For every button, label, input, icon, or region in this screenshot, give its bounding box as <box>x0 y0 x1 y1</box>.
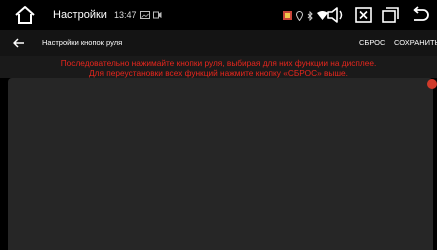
instruction-message: Последовательно нажимайте кнопки руля, в… <box>0 56 437 78</box>
status-time: 13:47 <box>114 10 137 20</box>
instruction-line-1: Последовательно нажимайте кнопки руля, в… <box>60 58 377 68</box>
status-app-name: Настройки <box>53 9 107 21</box>
save-button[interactable]: СОХРАНИТЬ <box>394 38 437 47</box>
notification-image-icon <box>139 11 150 20</box>
notification-media-icon <box>152 11 162 19</box>
recent-apps-icon[interactable] <box>381 6 401 24</box>
close-app-icon[interactable] <box>354 6 374 24</box>
status-title: Настройки 13:47 <box>53 9 162 21</box>
home-icon[interactable] <box>14 5 36 25</box>
scroll-indicator-dot <box>427 79 437 89</box>
back-arrow-icon[interactable] <box>12 36 26 50</box>
return-icon[interactable] <box>411 6 431 24</box>
reset-button[interactable]: СБРОС <box>359 38 385 47</box>
sim-icon <box>283 11 292 20</box>
steering-buttons-panel <box>8 78 433 250</box>
status-indicators <box>283 10 328 21</box>
instruction-line-2: Для переустановки всех функций нажмите к… <box>89 68 348 78</box>
status-bar: Настройки 13:47 <box>0 0 437 30</box>
app-toolbar: Настройки кнопок руля СБРОС СОХРАНИТЬ <box>0 30 437 56</box>
location-icon <box>296 10 303 21</box>
page-title: Настройки кнопок руля <box>42 38 123 47</box>
volume-icon[interactable] <box>325 6 345 24</box>
bluetooth-icon <box>307 10 313 21</box>
